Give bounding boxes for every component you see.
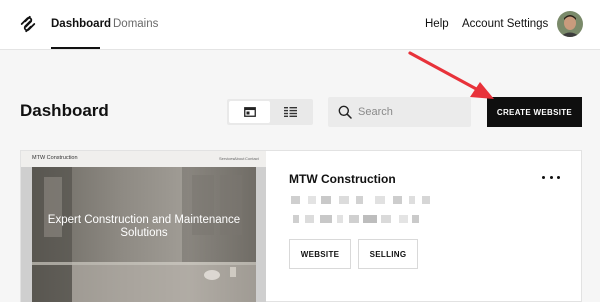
thumbnail-site-name: MTW Construction [32, 155, 78, 161]
thumbnail-header: MTW Construction Services About Contact [21, 151, 266, 167]
thumbnail-nav-item: About [234, 156, 245, 161]
top-nav: Dashboard Domains Help Account Settings [0, 0, 600, 50]
website-button[interactable]: WEBSITE [289, 239, 351, 269]
site-card[interactable]: MTW Construction Services About Contact … [20, 150, 582, 302]
view-toggle [227, 99, 313, 125]
thumbnail-hero-image: Expert Construction and Maintenance Solu… [32, 167, 256, 302]
site-thumbnail[interactable]: MTW Construction Services About Contact … [21, 151, 266, 302]
active-tab-indicator [51, 47, 100, 49]
help-link[interactable]: Help [425, 18, 449, 30]
page-title: Dashboard [20, 101, 109, 120]
tab-dashboard[interactable]: Dashboard [51, 18, 111, 30]
annotation-arrow-icon [408, 51, 494, 99]
grid-view-button[interactable] [229, 101, 270, 123]
list-view-icon [284, 107, 297, 117]
list-view-button[interactable] [270, 101, 311, 123]
thumbnail-nav-item: Services [219, 156, 235, 161]
more-horizontal-icon[interactable] [542, 170, 560, 184]
thumbnail-headline: Expert Construction and Maintenance Solu… [47, 214, 241, 239]
selling-button[interactable]: SELLING [358, 239, 418, 269]
grid-view-icon [243, 107, 256, 117]
site-title[interactable]: MTW Construction [289, 172, 396, 186]
search-icon [338, 105, 352, 119]
avatar[interactable] [557, 11, 583, 37]
tab-domains[interactable]: Domains [113, 18, 158, 30]
account-settings-link[interactable]: Account Settings [462, 18, 548, 30]
search-input[interactable] [358, 103, 463, 121]
create-website-button[interactable]: CREATE WEBSITE [487, 97, 582, 127]
thumbnail-nav-item: Contact [245, 156, 259, 161]
squarespace-logo-icon[interactable] [19, 15, 37, 33]
